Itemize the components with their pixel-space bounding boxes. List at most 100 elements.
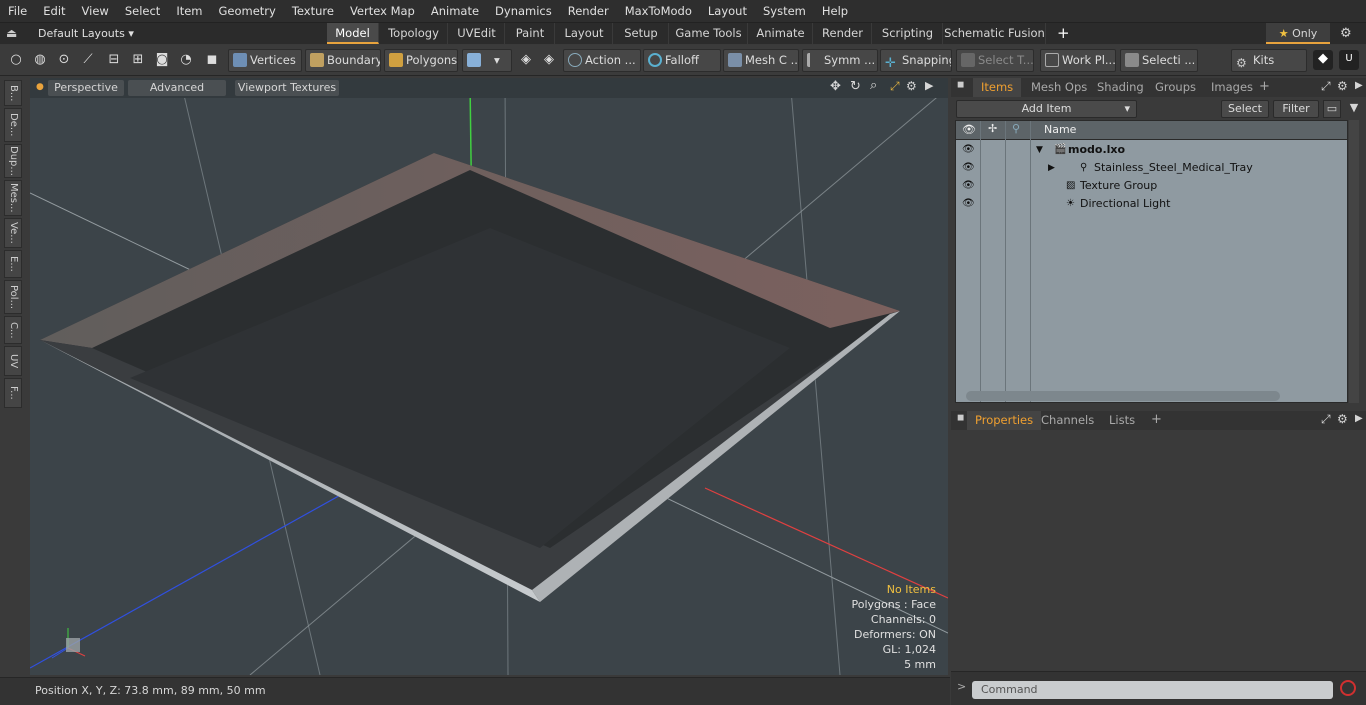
only-toggle[interactable]: ★ Only <box>1266 23 1330 44</box>
menu-geometry[interactable]: Geometry <box>211 0 284 22</box>
funnel-filter-icon[interactable]: ▼ <box>1345 100 1363 118</box>
align-icon[interactable]: ⊟ <box>105 51 123 69</box>
mode-tab-topology[interactable]: Topology <box>380 23 448 44</box>
mode-tab-render[interactable]: Render <box>814 23 872 44</box>
panel-arrow-icon[interactable]: ▶ <box>1355 80 1363 91</box>
menu-animate[interactable]: Animate <box>423 0 487 22</box>
expand-down-icon[interactable]: ▼ <box>1036 141 1043 159</box>
panel-gear-icon[interactable]: ⚙ <box>1337 79 1348 93</box>
rotate-view-icon[interactable]: ↻ <box>850 79 861 94</box>
panel-tab-mesh-ops[interactable]: Mesh Ops <box>1023 78 1095 97</box>
left-tab-mes[interactable]: Mes... <box>4 180 22 216</box>
panel-tab-images[interactable]: Images <box>1203 78 1261 97</box>
properties-tab-properties[interactable]: Properties <box>967 411 1042 430</box>
properties-menu-dot-icon[interactable]: ◼ <box>957 413 964 423</box>
properties-tab-channels[interactable]: Channels <box>1033 411 1102 430</box>
left-tab-dup[interactable]: Dup... <box>4 144 22 178</box>
vertices-button[interactable]: Vertices <box>228 49 302 72</box>
left-tab-e[interactable]: E... <box>4 250 22 278</box>
snap-sphere-icon[interactable]: ◈ <box>517 51 535 69</box>
menu-texture[interactable]: Texture <box>284 0 342 22</box>
expand-right-icon[interactable]: ▶ <box>1048 159 1055 177</box>
menu-render[interactable]: Render <box>560 0 617 22</box>
menu-vertex-map[interactable]: Vertex Map <box>342 0 423 22</box>
name-column-header[interactable]: Name <box>1044 123 1076 136</box>
advanced-button[interactable]: Advanced <box>128 80 226 96</box>
properties-expand-icon[interactable]: ⤢ <box>1321 412 1331 427</box>
type-header-icon[interactable]: ⚲ <box>1012 122 1020 135</box>
panel-menu-dot-icon[interactable]: ◼ <box>957 80 964 90</box>
layout-menu-icon[interactable]: ⏏ <box>6 26 17 40</box>
mode-tab-setup[interactable]: Setup <box>614 23 669 44</box>
kits-button[interactable]: ⚙ Kits <box>1231 49 1307 72</box>
unity-icon[interactable]: ◆ <box>1313 50 1333 70</box>
add-tab-icon[interactable]: + <box>1057 23 1070 44</box>
left-tab-pol[interactable]: Pol... <box>4 280 22 314</box>
menu-layout[interactable]: Layout <box>700 0 755 22</box>
zoom-icon[interactable]: ⌕ <box>870 78 877 93</box>
layout-selector[interactable]: Default Layouts ▾ <box>38 23 134 44</box>
mode-tab-layout[interactable]: Layout <box>556 23 613 44</box>
menu-maxtomodo[interactable]: MaxToModo <box>617 0 700 22</box>
left-tab-f[interactable]: F... <box>4 378 22 408</box>
select-button[interactable]: Select <box>1221 100 1269 118</box>
eye-icon[interactable]: 👁 <box>962 195 975 213</box>
perspective-button[interactable]: Perspective <box>48 80 124 96</box>
left-tab-ve[interactable]: Ve... <box>4 218 22 248</box>
brush-icon[interactable]: ⟋ <box>79 51 97 69</box>
filter-button[interactable]: Filter <box>1273 100 1319 118</box>
action-center-button[interactable]: Action ... <box>563 49 641 72</box>
eye-icon[interactable]: 👁 <box>962 141 975 159</box>
symmetry-button[interactable]: Symm ... <box>802 49 878 72</box>
select-through-button[interactable]: Select T... <box>956 49 1034 72</box>
lock-header-icon[interactable]: ✢ <box>988 122 997 135</box>
center-icon[interactable]: ⊞ <box>129 51 147 69</box>
menu-edit[interactable]: Edit <box>35 0 73 22</box>
properties-tab-lists[interactable]: Lists <box>1101 411 1143 430</box>
collapse-icon[interactable]: ▭ <box>1323 100 1341 118</box>
snapping-button[interactable]: ✛ Snapping <box>880 49 952 72</box>
panel-tab-groups[interactable]: Groups <box>1147 78 1204 97</box>
horizontal-scrollbar[interactable] <box>966 391 1280 401</box>
falloff-button[interactable]: Falloff <box>643 49 721 72</box>
material-dropdown[interactable]: ▾ <box>462 49 512 72</box>
left-tab-c[interactable]: C... <box>4 316 22 344</box>
menu-file[interactable]: File <box>0 0 35 22</box>
viewport-settings-gear-icon[interactable]: ⚙ <box>906 79 917 93</box>
panel-tab-shading[interactable]: Shading <box>1089 78 1152 97</box>
panel-expand-icon[interactable]: ⤢ <box>1321 79 1331 94</box>
menu-item[interactable]: Item <box>168 0 210 22</box>
vertical-scrollbar[interactable] <box>1349 120 1359 403</box>
cube-icon[interactable]: ◼ <box>203 51 221 69</box>
menu-view[interactable]: View <box>74 0 117 22</box>
eye-icon[interactable]: 👁 <box>962 159 975 177</box>
item-row-modo-lxo[interactable]: 👁 ▼ 🎬 modo.lxo <box>956 141 1347 159</box>
polygons-button[interactable]: Polygons <box>384 49 458 72</box>
item-row-texture-group[interactable]: 👁 ▨ Texture Group <box>956 177 1347 195</box>
left-tab-de[interactable]: De... <box>4 108 22 142</box>
left-tab-b[interactable]: B... <box>4 80 22 106</box>
panel-tab-items[interactable]: Items <box>973 78 1022 97</box>
lasso-icon[interactable]: ⊙ <box>55 51 73 69</box>
item-row-stainless-steel-medical-tray[interactable]: 👁 ▶ ⚲ Stainless_Steel_Medical_Tray <box>956 159 1347 177</box>
menu-dynamics[interactable]: Dynamics <box>487 0 560 22</box>
add-panel-tab-icon[interactable]: + <box>1259 79 1270 94</box>
add-properties-tab-icon[interactable]: + <box>1151 412 1162 427</box>
settings-gear-icon[interactable]: ⚙ <box>1340 23 1352 44</box>
item-row-directional-light[interactable]: 👁 ☀ Directional Light <box>956 195 1347 213</box>
unreal-icon[interactable]: U <box>1339 50 1359 70</box>
mode-tab-game-tools[interactable]: Game Tools <box>670 23 748 44</box>
eye-icon[interactable]: 👁 <box>962 177 975 195</box>
viewport-textures-button[interactable]: Viewport Textures <box>235 80 339 96</box>
properties-gear-icon[interactable]: ⚙ <box>1337 412 1348 426</box>
mesh-cleanup-button[interactable]: Mesh C ... <box>723 49 799 72</box>
boundary-button[interactable]: Boundary <box>305 49 381 72</box>
selection-sets-button[interactable]: Selecti ... <box>1120 49 1198 72</box>
mode-tab-animate[interactable]: Animate <box>749 23 813 44</box>
timer-icon[interactable]: ◔ <box>177 51 195 69</box>
move-view-icon[interactable]: ✥ <box>830 79 841 94</box>
record-icon[interactable] <box>1340 680 1356 696</box>
visibility-header-icon[interactable]: 👁 <box>962 123 976 136</box>
mode-tab-uvedit[interactable]: UVEdit <box>449 23 505 44</box>
work-plane-button[interactable]: Work Pl... <box>1040 49 1116 72</box>
